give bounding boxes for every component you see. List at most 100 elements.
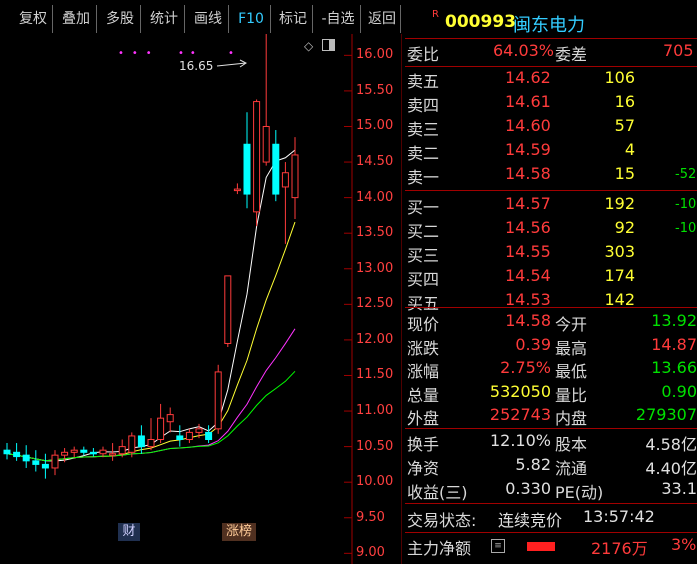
stock-name: 闽东电力 <box>513 15 585 36</box>
sell-row[interactable]: 卖一 14.58 15 -52 <box>405 164 697 188</box>
stock-code: 000993 <box>445 12 516 32</box>
mark-button[interactable]: 标记 <box>274 5 313 33</box>
stat-row: 收益(三) 0.330 PE(动) 33.1 <box>405 479 697 503</box>
candle[interactable] <box>281 172 289 188</box>
candle[interactable] <box>61 451 69 456</box>
stat-row: 涨幅 2.75% 最低 13.66 <box>405 358 697 382</box>
weibi-value: 64.03% <box>493 41 555 60</box>
stat-label: 涨跌 <box>407 338 440 358</box>
candle[interactable] <box>272 143 280 195</box>
stat-value: 0.90 <box>661 381 697 401</box>
candle[interactable] <box>80 449 88 453</box>
level-volume: 106 <box>604 68 635 87</box>
candle[interactable] <box>185 431 193 441</box>
candle[interactable] <box>157 417 165 441</box>
trade-status-value: 连续竞价 <box>498 511 563 530</box>
level-price: 14.59 <box>505 140 551 159</box>
candle[interactable] <box>128 435 136 453</box>
divider <box>405 190 697 191</box>
candle[interactable] <box>70 449 78 453</box>
back-button[interactable]: 返回 <box>364 5 401 33</box>
level-label: 买四 <box>407 270 440 289</box>
candle[interactable] <box>262 125 270 163</box>
level-price: 14.57 <box>505 194 551 213</box>
y-tick-label: 9.50 <box>356 509 385 525</box>
buy-row[interactable]: 买三 14.55 303 <box>405 242 697 266</box>
candle[interactable] <box>291 154 299 199</box>
stat-label: 涨幅 <box>407 362 440 381</box>
stat-label: 量比 <box>555 385 588 405</box>
candle[interactable] <box>22 454 30 462</box>
level-volume: 4 <box>624 140 635 159</box>
level-price: 14.55 <box>505 242 551 261</box>
level-price: 14.56 <box>505 218 551 237</box>
candle[interactable] <box>214 371 222 430</box>
candle[interactable] <box>205 431 213 441</box>
sell-row[interactable]: 卖四 14.61 16 <box>405 92 697 116</box>
candle[interactable] <box>99 449 107 455</box>
kline-chart[interactable]: 16.00 15.50 15.00 14.50 14.00 13.50 13.00 12.50… <box>0 34 402 564</box>
candle[interactable] <box>51 454 59 469</box>
candle[interactable] <box>89 451 97 455</box>
limit-up-marker[interactable]: 涨榜 <box>222 523 256 541</box>
window-toggle-icon[interactable] <box>322 39 335 51</box>
candle[interactable] <box>253 101 261 213</box>
buy-row[interactable]: 买二 14.56 92 -10 <box>405 218 697 242</box>
buy-row[interactable]: 买四 14.54 174 <box>405 266 697 290</box>
y-tick-label: 15.50 <box>356 82 394 98</box>
trade-status-row: 交易状态: 连续竞价 13:57:42 <box>405 507 697 531</box>
flow-bar <box>527 542 555 551</box>
candle[interactable] <box>176 435 184 441</box>
stat-value: 14.58 <box>505 311 551 330</box>
stock-header: R 000993 闽东电力 <box>405 8 697 36</box>
overlay-button[interactable]: 叠加 <box>56 5 97 33</box>
main-flow-value: 2176万 <box>591 539 648 558</box>
draw-line-button[interactable]: 画线 <box>188 5 229 33</box>
y-tick-label: 15.00 <box>356 118 394 134</box>
sell-row[interactable]: 卖三 14.60 57 <box>405 116 697 140</box>
level-label: 卖二 <box>407 144 440 163</box>
watchlist-button[interactable]: -自选 <box>316 5 361 33</box>
multi-stock-button[interactable]: 多股 <box>100 5 141 33</box>
level-price: 14.60 <box>505 116 551 135</box>
candle[interactable] <box>166 414 174 423</box>
diamond-icon[interactable]: ◇ <box>304 39 313 53</box>
candle[interactable] <box>137 435 145 448</box>
level-label: 卖一 <box>407 168 440 187</box>
y-tick-label: 13.50 <box>356 225 394 241</box>
candle[interactable] <box>41 463 49 469</box>
f10-button[interactable]: F10 <box>232 5 271 33</box>
candle[interactable] <box>195 428 203 433</box>
dots-markers-1: ••• <box>118 48 160 59</box>
candle[interactable] <box>118 446 126 455</box>
candle[interactable] <box>224 275 232 344</box>
candle[interactable] <box>147 439 155 448</box>
list-icon[interactable]: ≡ <box>491 539 505 553</box>
level-change: -52 <box>675 167 697 182</box>
sell-row[interactable]: 卖五 14.62 106 <box>405 68 697 92</box>
fuquan-button[interactable]: 复权 <box>14 5 53 33</box>
main-flow-label: 主力净额 <box>407 539 472 558</box>
stat-row: 涨跌 0.39 最高 14.87 <box>405 335 697 359</box>
stat-label: 今开 <box>555 315 588 334</box>
buy-row[interactable]: 买一 14.57 192 -10 <box>405 194 697 218</box>
stat-value: 14.87 <box>651 334 697 354</box>
candle[interactable] <box>243 143 251 195</box>
y-tick-label: 10.00 <box>356 474 394 490</box>
level-volume: 192 <box>604 194 635 213</box>
stat-value: 0.39 <box>515 334 551 354</box>
candle[interactable] <box>32 460 40 465</box>
kline-svg <box>3 34 402 564</box>
level-label: 买二 <box>407 222 440 241</box>
candle[interactable] <box>109 453 117 456</box>
sell-row[interactable]: 卖二 14.59 4 <box>405 140 697 164</box>
candle[interactable] <box>13 451 21 458</box>
stat-label: 流通 <box>555 459 588 478</box>
statistics-button[interactable]: 统计 <box>144 5 185 33</box>
weicha-value: 705 <box>663 41 694 60</box>
candle[interactable] <box>3 449 11 455</box>
finance-marker[interactable]: 财 <box>118 523 140 541</box>
candle[interactable] <box>233 188 241 192</box>
stat-label: 收益(三) <box>407 483 468 502</box>
level-label: 卖五 <box>407 72 440 91</box>
